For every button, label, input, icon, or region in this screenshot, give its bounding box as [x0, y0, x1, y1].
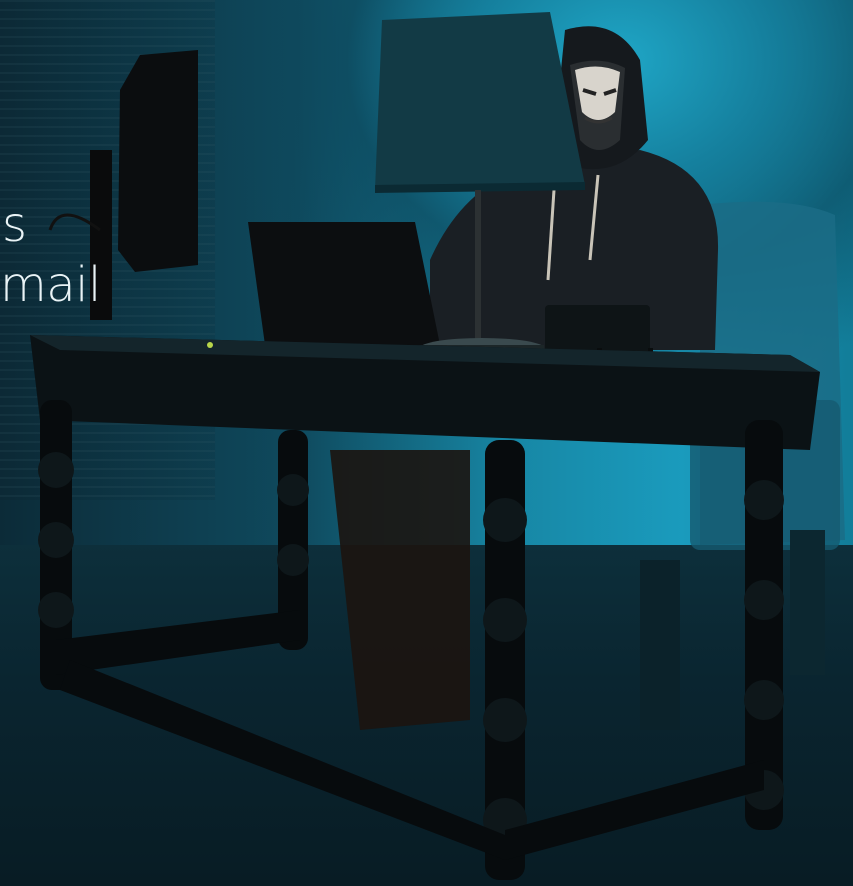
- caption-line-1: s: [2, 197, 27, 253]
- caption-overlay: s mail: [0, 195, 101, 315]
- caption-line-2: mail: [0, 257, 101, 313]
- hacker-photo-scene: s mail: [0, 0, 853, 886]
- laptop: [248, 222, 455, 360]
- led-indicator: [207, 342, 213, 348]
- scene-illustration: [30, 12, 845, 880]
